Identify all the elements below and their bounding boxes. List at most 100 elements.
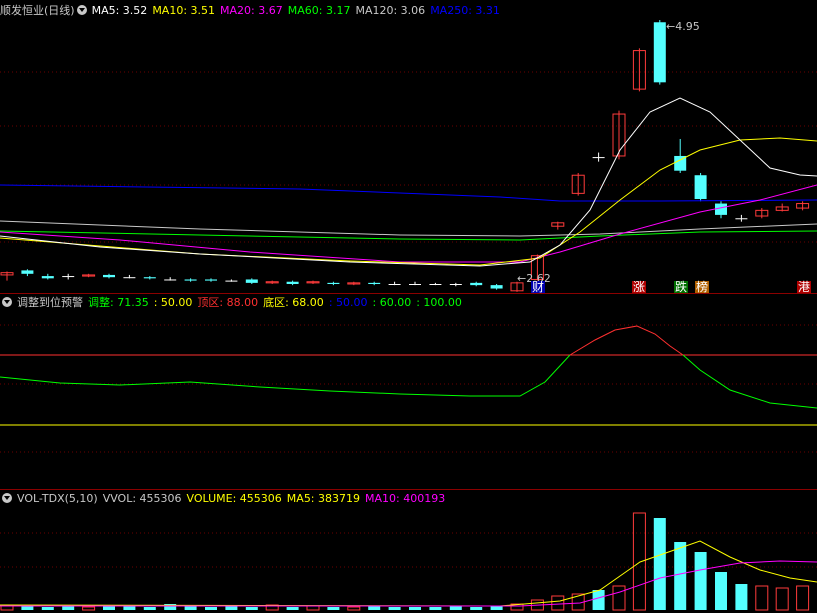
- candle-body: [184, 279, 197, 281]
- candle-body: [409, 284, 421, 285]
- volume-bar: [21, 606, 34, 610]
- candle-body: [653, 22, 666, 83]
- pane-divider[interactable]: [0, 489, 817, 490]
- chevron-down-icon[interactable]: [2, 493, 12, 503]
- candle-body: [41, 276, 54, 279]
- candle-body: [429, 284, 442, 285]
- adjust-curve: [0, 354, 571, 397]
- indicator-value: MA10: 3.51: [152, 4, 216, 17]
- volume-bar: [612, 585, 626, 611]
- candle-body: [205, 279, 217, 281]
- indicator-value: : 100.00: [416, 296, 462, 309]
- pane2-title: 调整到位预警: [17, 296, 83, 309]
- volume-bar: [41, 607, 54, 610]
- candle-body: [123, 277, 136, 279]
- volume-bar: [184, 606, 197, 610]
- volume-bar: [674, 542, 687, 610]
- adjust-curve: [682, 354, 817, 409]
- volume-bar: [347, 606, 361, 611]
- candle-body: [225, 280, 238, 282]
- high-price-label: ←4.95: [666, 20, 700, 33]
- chevron-down-icon[interactable]: [2, 297, 12, 307]
- pane3-header: VOL-TDX(5,10) VVOL: 455306 VOLUME: 455306 M…: [0, 491, 455, 506]
- volume-bar: [205, 607, 217, 610]
- candle-body: [327, 282, 340, 284]
- pane3-indicator-list: VVOL: 455306 VOLUME: 455306 MA5: 383719 MA1…: [103, 492, 451, 505]
- candle-body: [62, 276, 75, 278]
- adjust-curve-hot: [569, 325, 684, 356]
- volume-bar: [368, 606, 381, 610]
- volume-bar: [409, 607, 421, 610]
- volume-bar: [653, 518, 666, 610]
- indicator-value: VOLUME: 455306: [186, 492, 282, 505]
- candle-body: [735, 218, 748, 220]
- candle-body: [388, 284, 401, 285]
- high-price-value: 4.95: [675, 20, 700, 33]
- candle-body: [245, 279, 258, 283]
- ma5-line: [0, 97, 817, 267]
- indicator-value: MA120: 3.06: [355, 4, 426, 17]
- volume-bar: [735, 584, 748, 610]
- indicator-value: : 50.00: [328, 296, 368, 309]
- indicator-value: MA250: 3.31: [430, 4, 500, 17]
- ma10-line: [0, 137, 817, 266]
- ma-indicator-list: MA5: 3.52 MA10: 3.51 MA20: 3.67 MA60: 3.17 M…: [92, 4, 505, 17]
- candle-body: [368, 282, 381, 284]
- candle-body: [470, 282, 483, 286]
- candle-body: [164, 279, 177, 281]
- volume-bar: [306, 605, 320, 611]
- volume-bar: [449, 606, 462, 610]
- indicator-value: MA5: 3.52: [91, 4, 148, 17]
- volume-bar: [245, 607, 258, 610]
- candle-body: [490, 285, 503, 289]
- volume-bar: [225, 606, 238, 610]
- indicator-value: 底区: 68.00: [263, 296, 324, 309]
- candle-body: [694, 175, 707, 200]
- indicator-value: 顶区: 88.00: [197, 296, 259, 309]
- volume-bar: [143, 607, 156, 610]
- volume-bar: [775, 587, 789, 611]
- volume-bar: [388, 607, 401, 610]
- volume-bar: [755, 585, 769, 611]
- volume-bar: [694, 552, 707, 610]
- indicator-value: : 60.00: [372, 296, 412, 309]
- indicator-value: : 50.00: [153, 296, 193, 309]
- volume-bar: [123, 606, 136, 610]
- volume-bar: [592, 590, 605, 610]
- volume-bar: [715, 572, 727, 610]
- volume-bar: [551, 595, 565, 611]
- arrow-icon: ←: [666, 20, 676, 33]
- volume-bar: [429, 607, 442, 610]
- main-pane-header: 顺发恒业(日线) MA5: 3.52 MA10: 3.51 MA20: 3.67 MA6…: [0, 3, 510, 18]
- indicator-value: 调整: 71.35: [88, 296, 149, 309]
- stock-chart-window: 顺发恒业(日线) MA5: 3.52 MA10: 3.51 MA20: 3.67 MA6…: [0, 0, 817, 613]
- volume-bar: [470, 607, 483, 610]
- volume-bar: [286, 607, 299, 610]
- volume-bar: [490, 606, 503, 610]
- pane2-header: 调整到位预警 调整: 71.35 : 50.00 顶区: 88.00 底区: 68.00…: [0, 295, 472, 310]
- vol-ma5-line: [0, 540, 817, 607]
- stock-title: 顺发恒业(日线): [0, 4, 75, 17]
- pane2-indicator-list: 调整: 71.35 : 50.00 顶区: 88.00 底区: 68.00 : 50.0…: [88, 296, 467, 309]
- pane-divider[interactable]: [0, 293, 817, 294]
- volume-bar: [62, 606, 75, 610]
- arrow-icon: ←: [517, 272, 527, 285]
- candle-body: [449, 284, 462, 285]
- candle-body: [592, 157, 605, 159]
- chevron-down-icon[interactable]: [76, 5, 87, 15]
- candle-body: [286, 281, 299, 284]
- pane3-title: VOL-TDX(5,10): [17, 492, 98, 505]
- volume-bar: [82, 606, 96, 611]
- indicator-value: MA5: 383719: [286, 492, 361, 505]
- candle-body: [21, 270, 34, 274]
- volume-bar: [327, 607, 340, 610]
- ma250-line: [0, 184, 817, 202]
- candle-body: [143, 277, 156, 279]
- vol-ma10-line: [0, 560, 817, 607]
- ma20-line: [0, 184, 817, 263]
- volume-bar: [796, 585, 810, 611]
- indicator-value: MA60: 3.17: [287, 4, 351, 17]
- indicator-value: MA20: 3.67: [220, 4, 283, 17]
- candle-body: [715, 203, 727, 215]
- indicator-value: VVOL: 455306: [102, 492, 182, 505]
